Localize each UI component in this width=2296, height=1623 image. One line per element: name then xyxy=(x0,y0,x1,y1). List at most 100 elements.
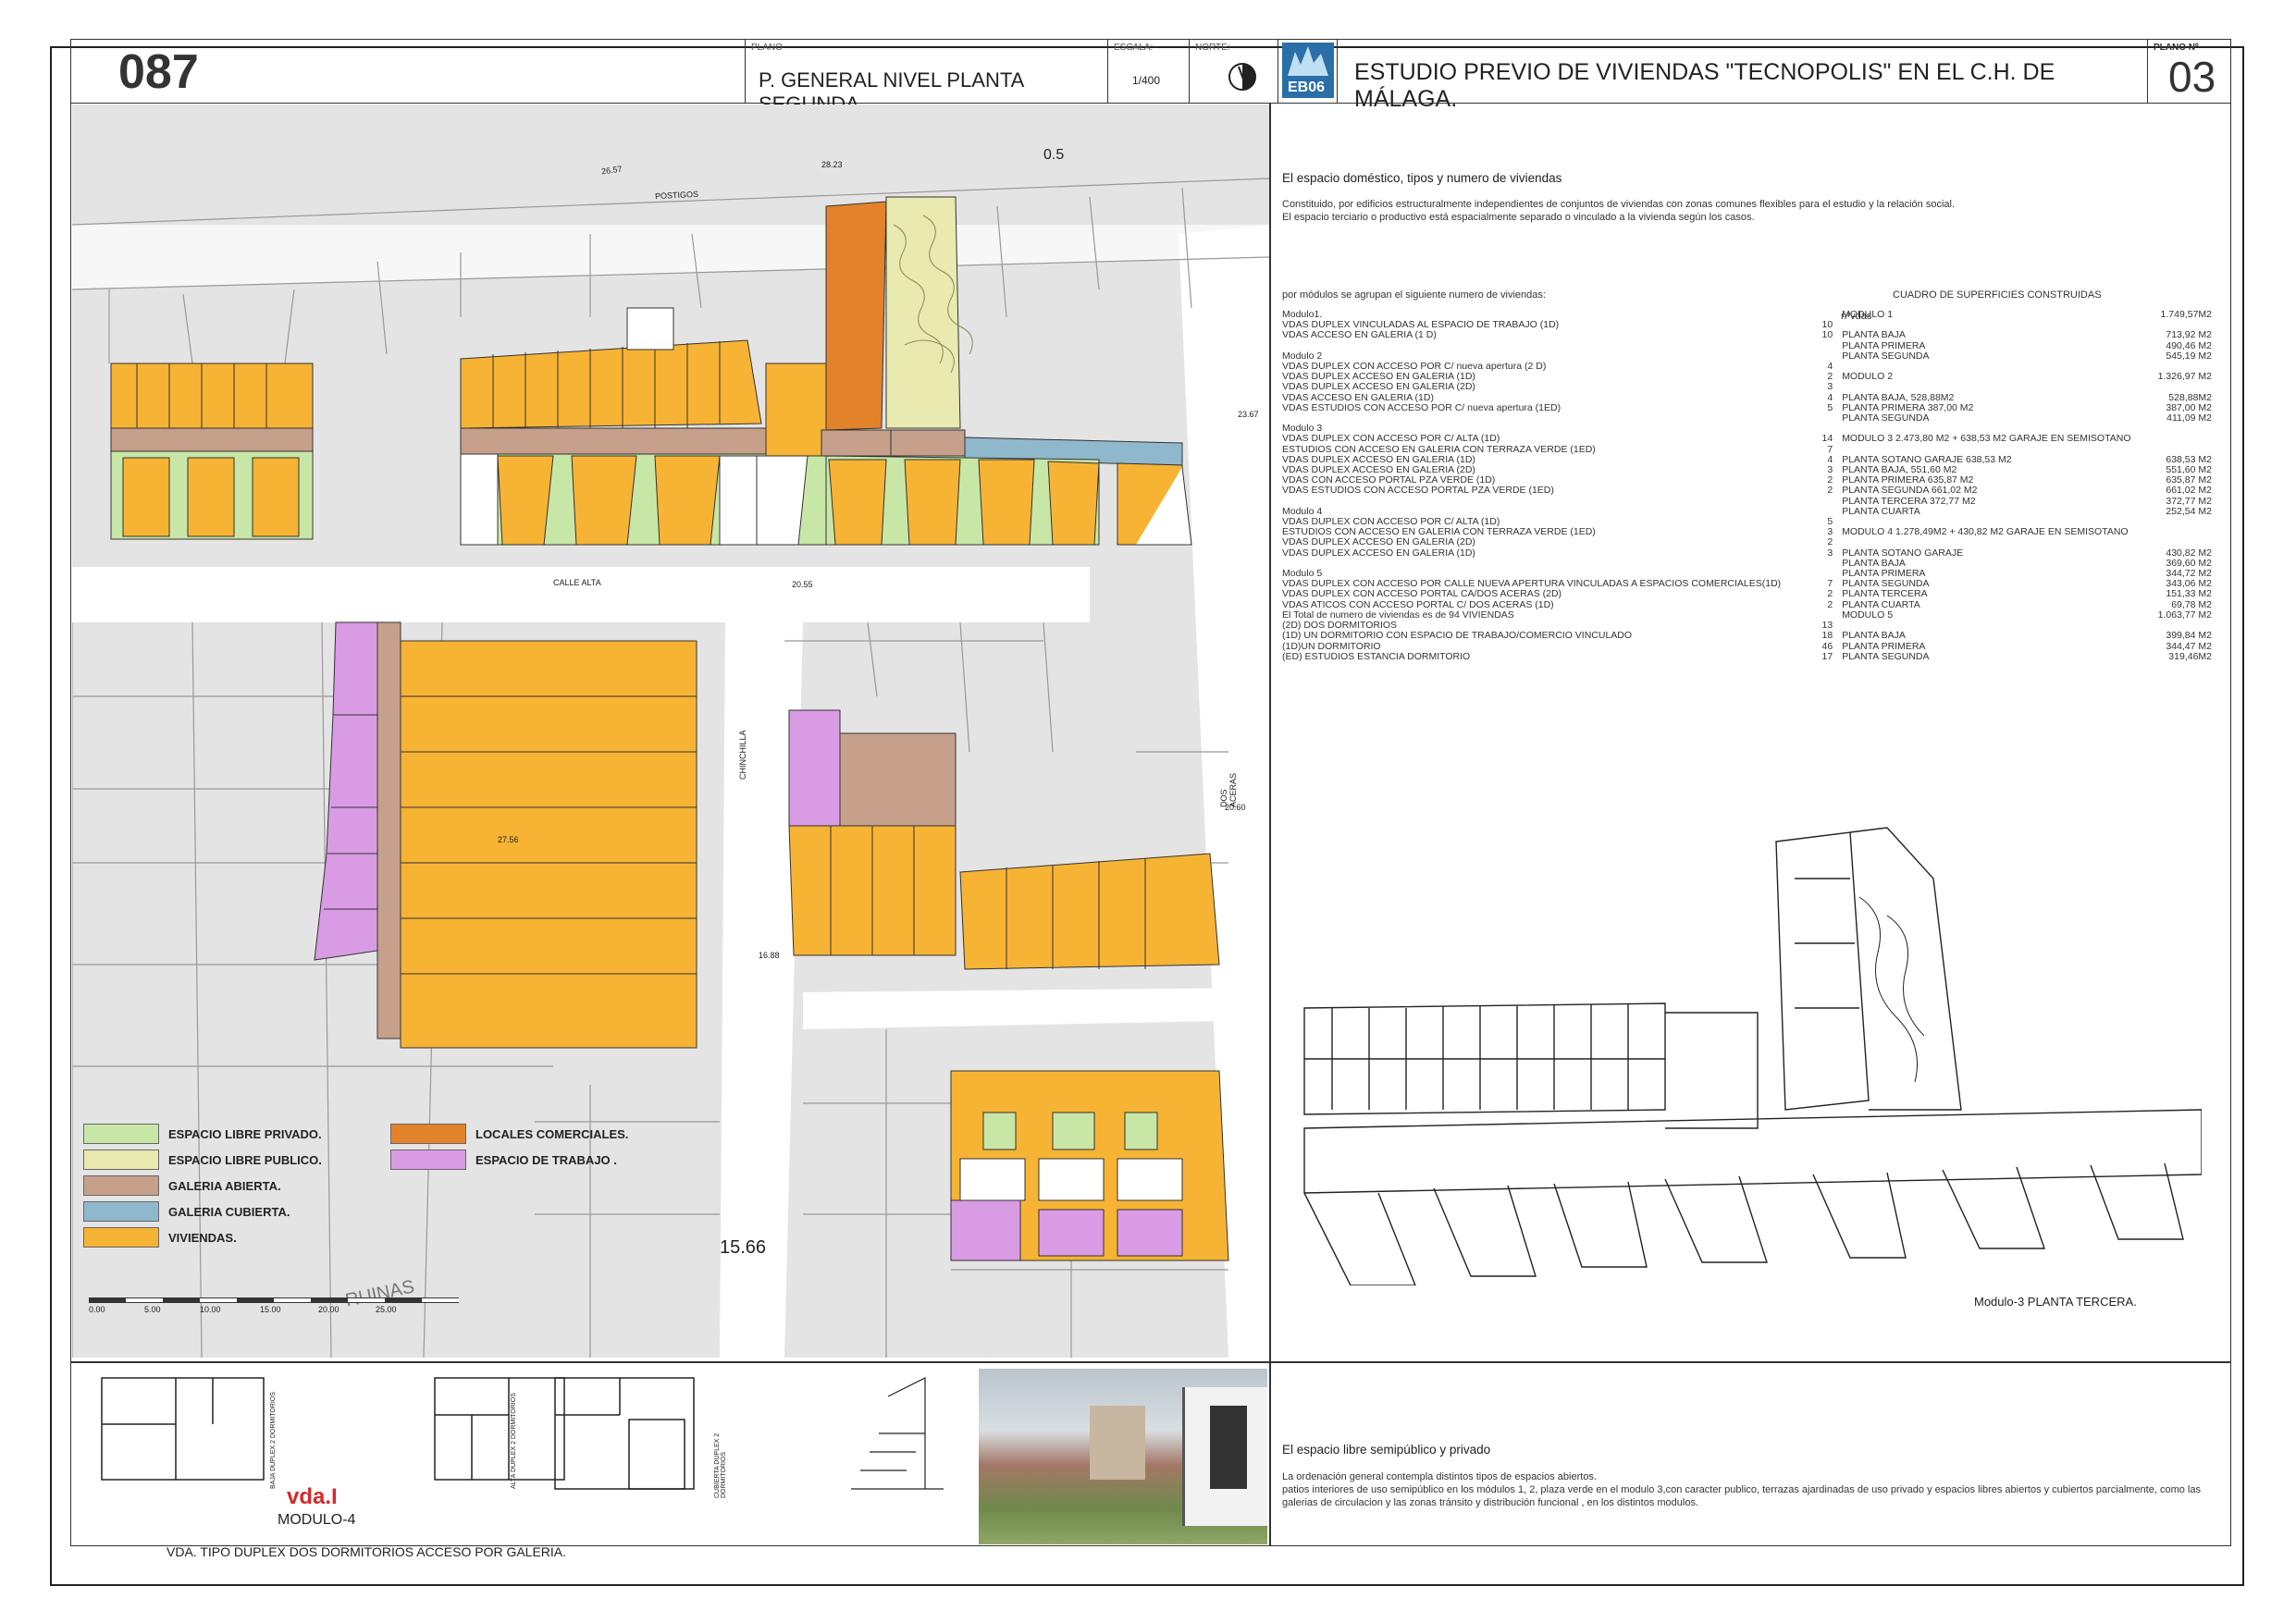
legend-item-espacio-de-trabajo: ESPACIO DE TRABAJO . xyxy=(390,1150,617,1170)
title-number-cell: 087 xyxy=(70,39,746,104)
legend-swatch xyxy=(83,1175,159,1196)
legend-swatch xyxy=(83,1150,159,1170)
site-plan: POSTIGOS CALLE ALTA CHINCHILLA DOS ACERA… xyxy=(72,105,1269,1358)
module-row-surface-value: 1.749,57M2 xyxy=(2160,309,2212,320)
legend-label: LOCALES COMERCIALES. xyxy=(475,1126,629,1141)
section-heading-libre: El espacio libre semipúblico y privado xyxy=(1282,1443,1491,1457)
level-label-3: 28.23 xyxy=(821,160,843,169)
module-row-surface-value: 319,46M2 xyxy=(2168,650,2212,662)
module-row-surface-label: PLANTA TERCERA xyxy=(1842,588,1928,600)
legend-swatch xyxy=(390,1150,466,1170)
module-row-count: 3 xyxy=(1827,381,1833,393)
modules-intro: por módulos se agrupan el siguiente nume… xyxy=(1282,289,1546,301)
module-row-text: VDAS DUPLEX CON ACCESO POR C/ ALTA (1D) xyxy=(1282,433,1500,445)
module-row-surface-label: MODULO 4 1.278,49M2 + 430,82 M2 GARAJE E… xyxy=(1842,526,2129,538)
module-row-surface-label xyxy=(1842,537,2130,547)
legend-swatch xyxy=(83,1201,159,1222)
modules-table: Modulo1. MODULO 1 1.749,57M2 VDAS DUPLEX VI… xyxy=(1282,309,2213,662)
legend-label: GALERIA ABIERTA. xyxy=(168,1178,281,1193)
module-row-surface-label: MODULO 3 2.473,80 M2 + 638,53 M2 GARAJE … xyxy=(1842,433,2131,445)
vda-title: vda.I xyxy=(287,1484,338,1509)
module-row-text: VDAS DUPLEX ACCESO EN GALERIA (1D) xyxy=(1282,547,1475,559)
module-row-surface-label: PLANTA SEGUNDA 661,02 M2 xyxy=(1842,485,1978,497)
dwelling-plans: BAJA DUPLEX 2 DORMITORIOS ALTA DUPLEX 2 … xyxy=(93,1369,981,1559)
module-row: VDAS DUPLEX ACCESO EN GALERIA (2D) 3 xyxy=(1282,382,2212,392)
divider-vertical xyxy=(1269,104,1271,1546)
module-row-count: 5 xyxy=(1827,516,1833,528)
module-row-surface-label: MODULO 2 xyxy=(1842,371,1894,383)
level-label-5: 23.67 xyxy=(1238,410,1259,419)
scale-bar: 0.00 5.00 10.00 15.00 20.00 25.00 xyxy=(89,1297,514,1325)
module-row-surface-label xyxy=(1842,382,2130,392)
module-row-text: VDAS DUPLEX CON ACCESO PORTAL CA/DOS ACE… xyxy=(1282,588,1562,600)
dwelling-caption: VDA. TIPO DUPLEX DOS DORMITORIOS ACCESO … xyxy=(167,1544,567,1559)
module-row-surface-label: PLANTA SEGUNDA xyxy=(1842,412,1930,424)
module-row-surface-value: 545,19 M2 xyxy=(2166,350,2212,362)
module-row-surface-label: PLANTA BAJA xyxy=(1842,630,1906,642)
street-label-dos-aceras: DOS ACERAS xyxy=(1219,772,1238,807)
scale-tick-10: 10.00 xyxy=(200,1305,221,1314)
module-row: (ED) ESTUDIOS ESTANCIA DORMITORIO 17 PLANT… xyxy=(1282,650,2212,662)
plano-number: 03 xyxy=(2168,53,2216,101)
module-row-count xyxy=(1802,507,1842,517)
legend-label: VIVIENDAS. xyxy=(168,1230,237,1245)
module-row-surface-value: 1.063,77 M2 xyxy=(2157,609,2212,621)
scale-tick-5: 5.00 xyxy=(144,1305,161,1314)
modulo-label: MODULO-4 xyxy=(278,1512,356,1528)
module-row: VDAS ACCESO EN GALERIA (1 D) 10 PLANTA BAJ… xyxy=(1282,330,2212,340)
escala-caption: ESCALA: xyxy=(1114,43,1154,53)
level-label-8: 20.60 xyxy=(1225,803,1246,812)
module-1 xyxy=(110,363,314,540)
plano-number-cell: PLANO Nº 03 xyxy=(2148,39,2231,104)
level-label-6: 27.56 xyxy=(498,835,519,844)
module-row-surface-value xyxy=(2131,434,2213,444)
paragraph-libre-2: patios interiores de uso semipúblico en … xyxy=(1282,1484,2201,1508)
module-row-text: (ED) ESTUDIOS ESTANCIA DORMITORIO xyxy=(1282,650,1471,662)
project-title-cell: ESTUDIO PREVIO DE VIVIENDAS "TECNOPOLIS"… xyxy=(1338,39,2148,112)
module-5 xyxy=(950,1070,1229,1261)
module-row: VDAS DUPLEX ACCESO EN GALERIA (1D) 3 PLANT… xyxy=(1282,547,2212,559)
module-row-surface-value xyxy=(2131,537,2213,547)
module-row-count xyxy=(1802,351,1842,362)
module-row-count: 3 xyxy=(1827,547,1833,559)
level-label-1: 0.5 xyxy=(1043,147,1065,163)
module-row-surface-value: 1.326,97 M2 xyxy=(2157,371,2212,383)
eb06-logo: EB06 xyxy=(1282,43,1334,98)
module-row-text: VDAS ESTUDIOS CON ACCESO PORTAL PZA VERD… xyxy=(1282,485,1554,497)
module-row-count: 2 xyxy=(1827,474,1833,486)
scale-tick-0: 0.00 xyxy=(89,1305,105,1314)
module-row-count: 4 xyxy=(1827,453,1833,465)
module-row-count xyxy=(1802,569,1842,579)
legend-item-espacio-libre-publico: ESPACIO LIBRE PUBLICO. xyxy=(83,1150,322,1170)
module-row: VDAS ESTUDIOS CON ACCESO POR C/ nueva ap… xyxy=(1282,402,2212,413)
render-church xyxy=(1090,1406,1145,1480)
legend-label: ESPACIO LIBRE PUBLICO. xyxy=(168,1152,322,1167)
module-row-text xyxy=(1282,341,1802,351)
module-row-surface-value xyxy=(2131,424,2213,434)
module-row-surface-label: PLANTA SEGUNDA xyxy=(1842,650,1930,662)
plan-label-cubierta: CUBIERTA DUPLEX 2 DORMITORIOS xyxy=(714,1432,727,1498)
module-row-count: 14 xyxy=(1821,433,1833,445)
project-title: ESTUDIO PREVIO DE VIVIENDAS "TECNOPOLIS"… xyxy=(1354,59,2055,112)
module-row-count: 3 xyxy=(1827,464,1833,476)
norte-caption: NORTE: xyxy=(1195,43,1230,53)
paragraph-libre-1: La ordenación general contempla distinto… xyxy=(1282,1471,1597,1482)
logo-text: EB06 xyxy=(1288,80,1326,95)
paragraph-domestic-1: Constituido, por edificios estructuralme… xyxy=(1282,199,1956,210)
module-row-count: 3 xyxy=(1827,526,1833,538)
legend-label: GALERIA CUBIERTA. xyxy=(168,1204,290,1219)
divider-horizontal xyxy=(70,1361,1269,1363)
plan-label-alta: ALTA DUPLEX 2 DORMITORIOS xyxy=(511,1393,517,1489)
module-row-count: 2 xyxy=(1827,485,1833,497)
module-row-count: 10 xyxy=(1821,329,1833,341)
module-row-count: 4 xyxy=(1827,391,1833,403)
module-row-text xyxy=(1282,559,1802,569)
plano-caption: PLANO xyxy=(751,43,783,53)
scale-tick-20: 20.00 xyxy=(318,1305,339,1314)
module-row: PLANTA BAJA 369,60 M2 xyxy=(1282,558,2212,569)
module-row: (1D) UN DORMITORIO CON ESPACIO DE TRABAJ… xyxy=(1282,631,2212,641)
street-label-chinchilla: CHINCHILLA xyxy=(738,730,747,780)
legend-swatch xyxy=(83,1227,159,1248)
north-cell: NORTE: xyxy=(1190,39,1278,104)
module-row-count: 2 xyxy=(1827,371,1833,383)
